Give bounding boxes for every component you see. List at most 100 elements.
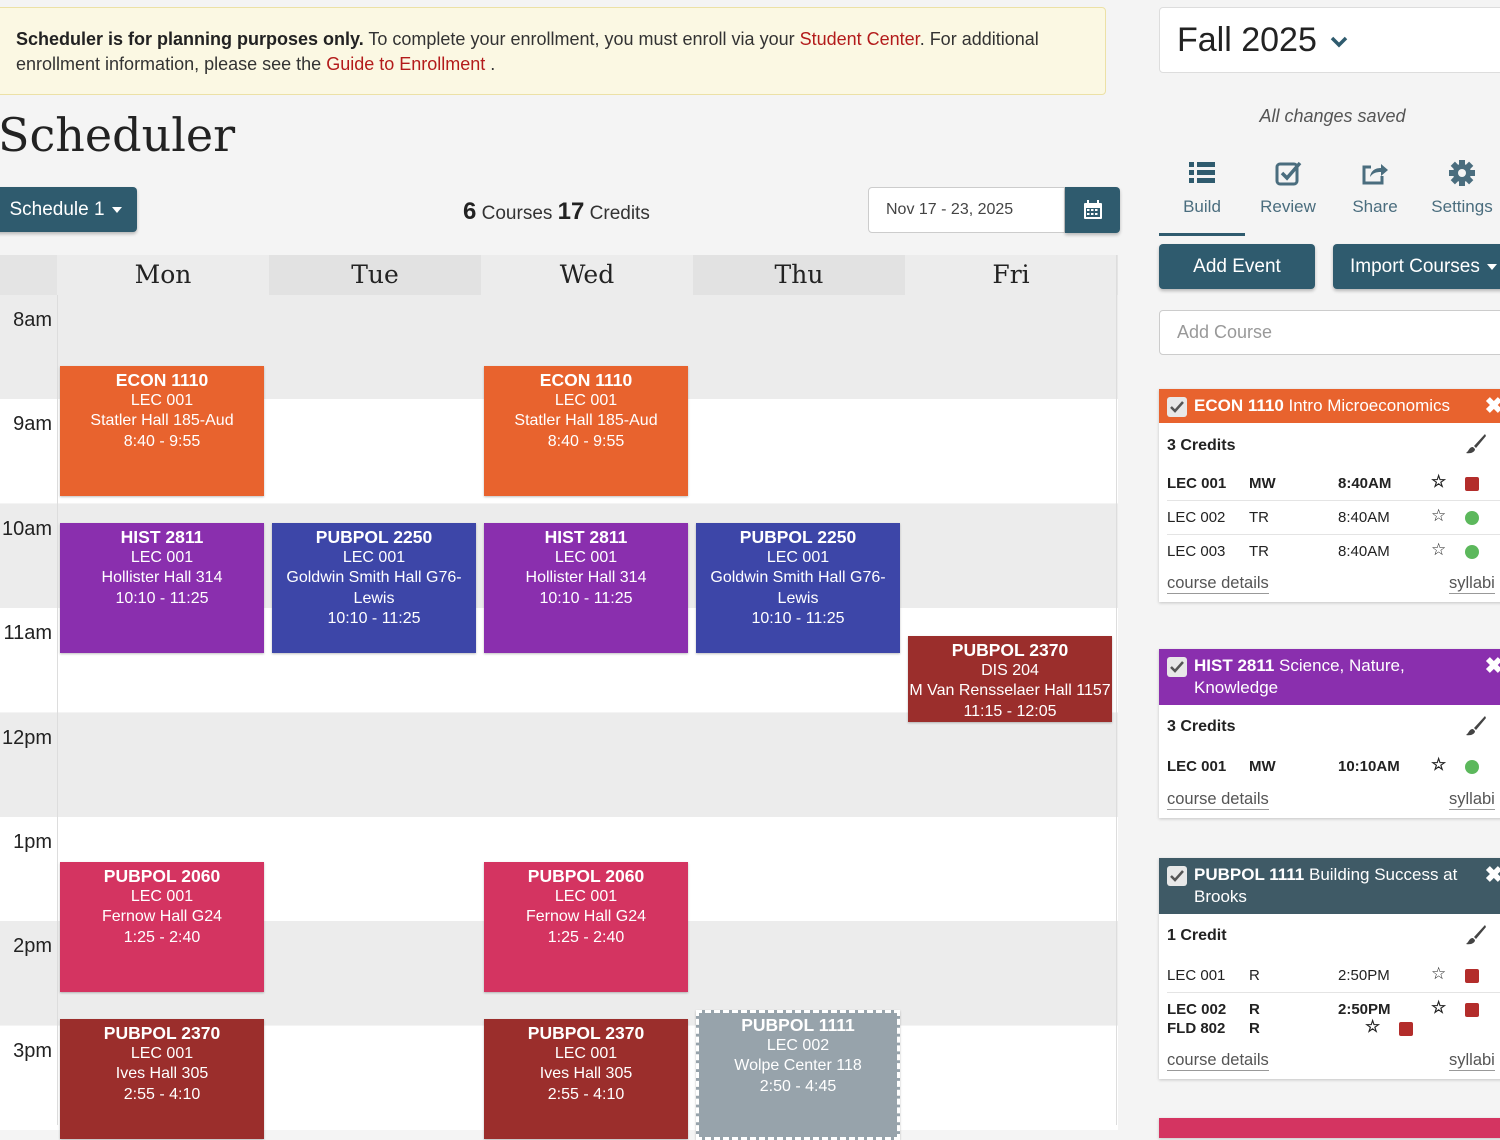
remove-course-icon[interactable]: ✖ bbox=[1485, 395, 1500, 417]
tab-build[interactable]: Build bbox=[1159, 155, 1245, 236]
section-name: LEC 001 bbox=[1167, 475, 1227, 492]
course-visible-checkbox[interactable] bbox=[1167, 866, 1187, 886]
student-center-link[interactable]: Student Center bbox=[800, 29, 920, 49]
event-location: Ives Hall 305 bbox=[115, 1065, 209, 1082]
course-card-hist-2811: HIST 2811 Science, Nature, Knowledge ✖ 3… bbox=[1159, 649, 1500, 818]
calendar-picker-button[interactable] bbox=[1065, 187, 1120, 233]
hour-row: 12pm bbox=[0, 712, 1118, 817]
section-row[interactable]: LEC 002 R 2:50PM ☆ FLD 802 R ☆ bbox=[1167, 993, 1500, 1043]
schedule-dropdown-button[interactable]: Schedule 1 bbox=[0, 187, 137, 232]
remove-course-icon[interactable]: ✖ bbox=[1485, 655, 1500, 677]
section-time: 2:50PM bbox=[1338, 1001, 1391, 1018]
add-event-button[interactable]: Add Event bbox=[1159, 244, 1315, 289]
status-red-square bbox=[1465, 969, 1479, 983]
calendar-event[interactable]: PUBPOL 2370 DIS 204 M Van Rensselaer Hall … bbox=[908, 636, 1112, 722]
calendar-event[interactable]: PUBPOL 2250 LEC 001 Goldwin Smith Hall G76… bbox=[272, 523, 476, 653]
event-time: 10:10 - 11:25 bbox=[751, 610, 845, 627]
section-row[interactable]: LEC 001 R 2:50PM ☆ bbox=[1167, 959, 1500, 993]
hour-label: 1pm bbox=[13, 831, 52, 853]
calendar-event[interactable]: PUBPOL 1111 LEC 002 Wolpe Center 118 2:50 -… bbox=[696, 1010, 900, 1140]
section-row[interactable]: LEC 003 TR 8:40AM ☆ bbox=[1167, 535, 1500, 568]
star-icon[interactable]: ☆ bbox=[1365, 1017, 1380, 1037]
import-courses-button[interactable]: Import Courses bbox=[1333, 244, 1500, 289]
section-row[interactable]: LEC 002 TR 8:40AM ☆ bbox=[1167, 501, 1500, 535]
course-count: 6 bbox=[463, 198, 477, 225]
paintbrush-icon[interactable] bbox=[1465, 924, 1487, 946]
date-range-field[interactable]: Nov 17 - 23, 2025 bbox=[868, 187, 1065, 233]
status-red-square bbox=[1465, 477, 1479, 491]
event-code: PUBPOL 2250 bbox=[315, 527, 433, 547]
paintbrush-icon[interactable] bbox=[1465, 715, 1487, 737]
credits-text: 3 Credits bbox=[1167, 437, 1236, 454]
paintbrush-icon[interactable] bbox=[1465, 433, 1487, 455]
hour-label: 2pm bbox=[13, 935, 52, 958]
event-location: Fernow Hall G24 bbox=[525, 908, 647, 925]
credits-label: Credits bbox=[589, 203, 650, 224]
course-details-link[interactable]: course details bbox=[1167, 790, 1269, 810]
event-code: PUBPOL 2250 bbox=[739, 527, 857, 547]
calendar-event[interactable]: PUBPOL 2250 LEC 001 Goldwin Smith Hall G76… bbox=[696, 523, 900, 653]
calendar-event[interactable]: ECON 1110 LEC 001 Statler Hall 185-Aud 8:40… bbox=[60, 366, 264, 496]
star-icon[interactable]: ☆ bbox=[1431, 755, 1446, 775]
remove-course-icon[interactable]: ✖ bbox=[1485, 864, 1500, 886]
course-links: course details syllabi bbox=[1167, 572, 1500, 602]
section-time: 8:40AM bbox=[1338, 475, 1392, 492]
event-location: Statler Hall 185-Aud bbox=[90, 412, 234, 429]
event-location: Statler Hall 185-Aud bbox=[514, 412, 658, 429]
calendar-event[interactable]: PUBPOL 2060 LEC 001 Fernow Hall G24 1:25 - … bbox=[60, 862, 264, 992]
event-location: Hollister Hall 314 bbox=[101, 569, 223, 586]
term-select[interactable]: Fall 2025 bbox=[1159, 7, 1500, 73]
course-credits: 3 Credits bbox=[1159, 705, 1500, 739]
star-icon[interactable]: ☆ bbox=[1431, 472, 1446, 492]
share-icon bbox=[1362, 164, 1388, 185]
hour-label: 9am bbox=[13, 413, 52, 436]
add-course-input[interactable]: Add Course bbox=[1159, 310, 1500, 355]
section-name: LEC 003 bbox=[1167, 543, 1226, 560]
hour-label: 8am bbox=[13, 309, 52, 331]
calendar-event[interactable]: ECON 1110 LEC 001 Statler Hall 185-Aud 8:40… bbox=[484, 366, 688, 496]
syllabi-link[interactable]: syllabi bbox=[1449, 574, 1495, 594]
star-icon[interactable]: ☆ bbox=[1431, 506, 1446, 526]
tab-review[interactable]: Review bbox=[1245, 155, 1331, 233]
calendar-event[interactable]: PUBPOL 2370 LEC 001 Ives Hall 305 2:55 - 4:… bbox=[60, 1019, 264, 1139]
import-courses-label: Import Courses bbox=[1350, 255, 1480, 277]
section-days: MW bbox=[1249, 758, 1276, 775]
guide-to-enrollment-link[interactable]: Guide to Enrollment bbox=[326, 54, 485, 74]
section-days: R bbox=[1249, 1020, 1260, 1037]
event-section: LEC 001 bbox=[554, 1044, 618, 1062]
status-red-square bbox=[1399, 1022, 1413, 1036]
tab-label: Settings bbox=[1431, 197, 1493, 216]
notice-text: . bbox=[485, 54, 496, 74]
calendar-event[interactable]: HIST 2811 LEC 001 Hollister Hall 314 10:10 … bbox=[60, 523, 264, 653]
event-time: 1:25 - 2:40 bbox=[123, 928, 201, 946]
star-icon[interactable]: ☆ bbox=[1431, 540, 1446, 560]
syllabi-link[interactable]: syllabi bbox=[1449, 1051, 1495, 1071]
status-green-dot bbox=[1465, 511, 1479, 525]
course-credits: 1 Credit bbox=[1159, 914, 1500, 948]
star-icon[interactable]: ☆ bbox=[1431, 998, 1446, 1018]
page-title: Scheduler bbox=[0, 108, 236, 162]
event-section: LEC 001 bbox=[130, 548, 194, 566]
course-code: HIST 2811 bbox=[1194, 656, 1275, 675]
star-icon[interactable]: ☆ bbox=[1431, 964, 1446, 984]
course-visible-checkbox[interactable] bbox=[1167, 397, 1187, 417]
event-time: 10:10 - 11:25 bbox=[327, 610, 421, 627]
section-row[interactable]: LEC 001 MW 10:10AM ☆ bbox=[1167, 750, 1500, 783]
course-details-link[interactable]: course details bbox=[1167, 574, 1269, 594]
course-code: ECON 1110 bbox=[1194, 396, 1284, 415]
tab-share[interactable]: Share bbox=[1332, 155, 1418, 233]
calendar-event[interactable]: PUBPOL 2060 LEC 001 Fernow Hall G24 1:25 - … bbox=[484, 862, 688, 992]
event-location: Ives Hall 305 bbox=[539, 1065, 633, 1082]
day-header: Wed bbox=[481, 255, 693, 295]
section-row[interactable]: LEC 001 MW 8:40AM ☆ bbox=[1167, 467, 1500, 501]
tab-settings[interactable]: Settings bbox=[1419, 155, 1500, 233]
schedule-button-label: Schedule 1 bbox=[9, 198, 105, 220]
calendar-event[interactable]: PUBPOL 2370 LEC 001 Ives Hall 305 2:55 - 4:… bbox=[484, 1019, 688, 1139]
status-green-dot bbox=[1465, 760, 1479, 774]
syllabi-link[interactable]: syllabi bbox=[1449, 790, 1495, 810]
calendar-event[interactable]: HIST 2811 LEC 001 Hollister Hall 314 10:10 … bbox=[484, 523, 688, 653]
event-code: HIST 2811 bbox=[120, 527, 204, 547]
course-details-link[interactable]: course details bbox=[1167, 1051, 1269, 1071]
section-time: 2:50PM bbox=[1338, 967, 1390, 984]
course-visible-checkbox[interactable] bbox=[1167, 657, 1187, 677]
